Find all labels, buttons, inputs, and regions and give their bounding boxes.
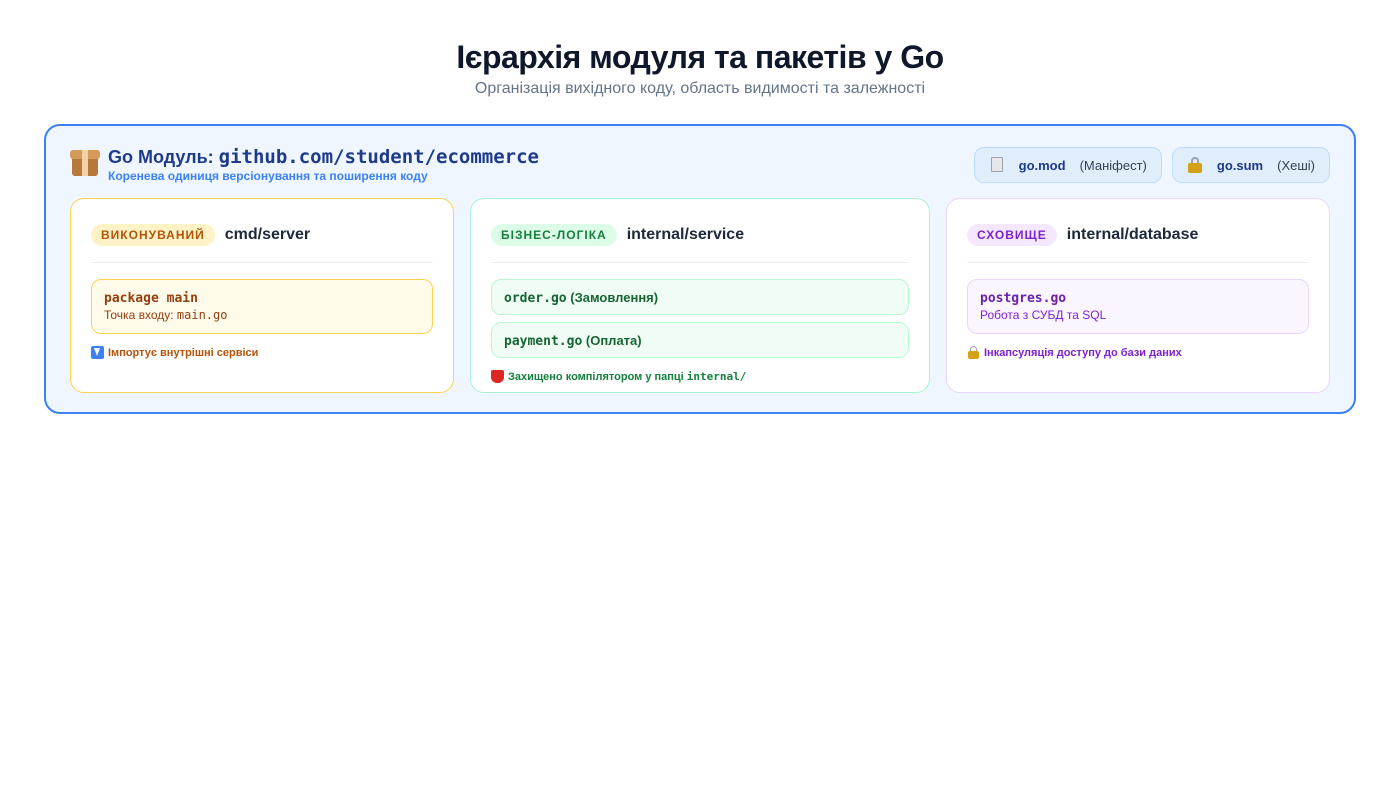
file-desc-prefix: Точка входу: bbox=[104, 308, 177, 322]
package-card-internal-service: БІЗНЕС-ЛОГІКА internal/service order.go … bbox=[470, 198, 930, 393]
package-card-header: ВИКОНУВАНИЙ cmd/server bbox=[91, 219, 433, 263]
module-title-prefix: Go Модуль: bbox=[108, 147, 219, 167]
file-code: order.go bbox=[504, 291, 567, 306]
file-code: package main bbox=[104, 291, 198, 306]
package-card-internal-database: СХОВИЩЕ internal/database postgres.go Ро… bbox=[946, 198, 1330, 393]
file-box-order: order.go (Замовлення) bbox=[491, 279, 909, 315]
file-box: postgres.go Робота з СУБД та SQL bbox=[967, 279, 1309, 334]
page-header: Ієрархія модуля та пакетів у Go Організа… bbox=[0, 0, 1400, 99]
file-entry: payment.go (Оплата) bbox=[504, 332, 896, 350]
package-footer-text: Захищено компілятором у папці bbox=[508, 370, 684, 383]
module-path: github.com/student/ecommerce bbox=[218, 146, 539, 168]
module-subtitle: Коренева одиниця версіонування та пошире… bbox=[108, 169, 428, 183]
file-box: package main Точка входу: main.go bbox=[91, 279, 433, 334]
file-desc: Робота з СУБД та SQL bbox=[980, 308, 1107, 322]
lock-icon bbox=[1187, 156, 1203, 174]
shield-icon bbox=[491, 370, 504, 383]
package-footer: Інкапсуляція доступу до бази даних bbox=[967, 346, 1309, 359]
package-name: internal/service bbox=[626, 226, 745, 243]
document-icon bbox=[989, 156, 1005, 174]
package-badge: ВИКОНУВАНИЙ bbox=[91, 224, 215, 246]
go-sum-note: (Хеші) bbox=[1277, 157, 1315, 173]
package-footer-code: internal/ bbox=[686, 370, 747, 383]
file-desc: Точка входу: main.go bbox=[104, 308, 420, 322]
file-code: payment.go bbox=[504, 334, 583, 349]
package-footer: Захищено компілятором у папці internal/ bbox=[491, 370, 909, 383]
package-name: cmd/server bbox=[224, 226, 311, 243]
package-badge: СХОВИЩЕ bbox=[967, 224, 1057, 246]
file-code: postgres.go bbox=[980, 291, 1067, 306]
page-subtitle: Організація вихідного коду, область види… bbox=[474, 80, 926, 97]
file-box-payment: payment.go (Оплата) bbox=[491, 322, 909, 358]
package-box-icon bbox=[70, 148, 100, 178]
package-card-header: СХОВИЩЕ internal/database bbox=[967, 219, 1309, 263]
file-entry: order.go (Замовлення) bbox=[504, 289, 896, 307]
package-footer: Імпортує внутрішні сервіси bbox=[91, 346, 433, 359]
go-mod-name: go.mod bbox=[1018, 157, 1066, 173]
file-label: (Замовлення) bbox=[566, 290, 659, 305]
file-label: (Оплата) bbox=[582, 333, 642, 348]
go-sum-name: go.sum bbox=[1216, 157, 1264, 173]
page-title: Ієрархія модуля та пакетів у Go bbox=[456, 39, 944, 75]
module-files: go.mod (Маніфест) go.sum (Хеші) bbox=[973, 147, 1330, 183]
module-title: Go Модуль: github.com/student/ecommerce bbox=[108, 146, 539, 168]
go-module-container: Go Модуль: github.com/student/ecommerce … bbox=[44, 124, 1356, 414]
package-card-cmd-server: ВИКОНУВАНИЙ cmd/server package main Точк… bbox=[70, 198, 454, 393]
package-badge: БІЗНЕС-ЛОГІКА bbox=[491, 224, 617, 246]
package-footer-text: Інкапсуляція доступу до бази даних bbox=[984, 346, 1182, 359]
package-footer-text: Імпортує внутрішні сервіси bbox=[108, 346, 259, 359]
go-sum-pill: go.sum (Хеші) bbox=[1171, 147, 1330, 183]
module-header: Go Модуль: github.com/student/ecommerce … bbox=[70, 146, 539, 183]
lock-icon bbox=[967, 346, 980, 359]
package-name: internal/database bbox=[1066, 226, 1199, 243]
go-mod-pill: go.mod (Маніфест) bbox=[973, 147, 1162, 183]
down-arrow-icon bbox=[91, 346, 104, 359]
go-mod-note: (Маніфест) bbox=[1079, 157, 1147, 173]
file-desc-code: main.go bbox=[176, 308, 228, 322]
package-card-header: БІЗНЕС-ЛОГІКА internal/service bbox=[491, 219, 909, 263]
